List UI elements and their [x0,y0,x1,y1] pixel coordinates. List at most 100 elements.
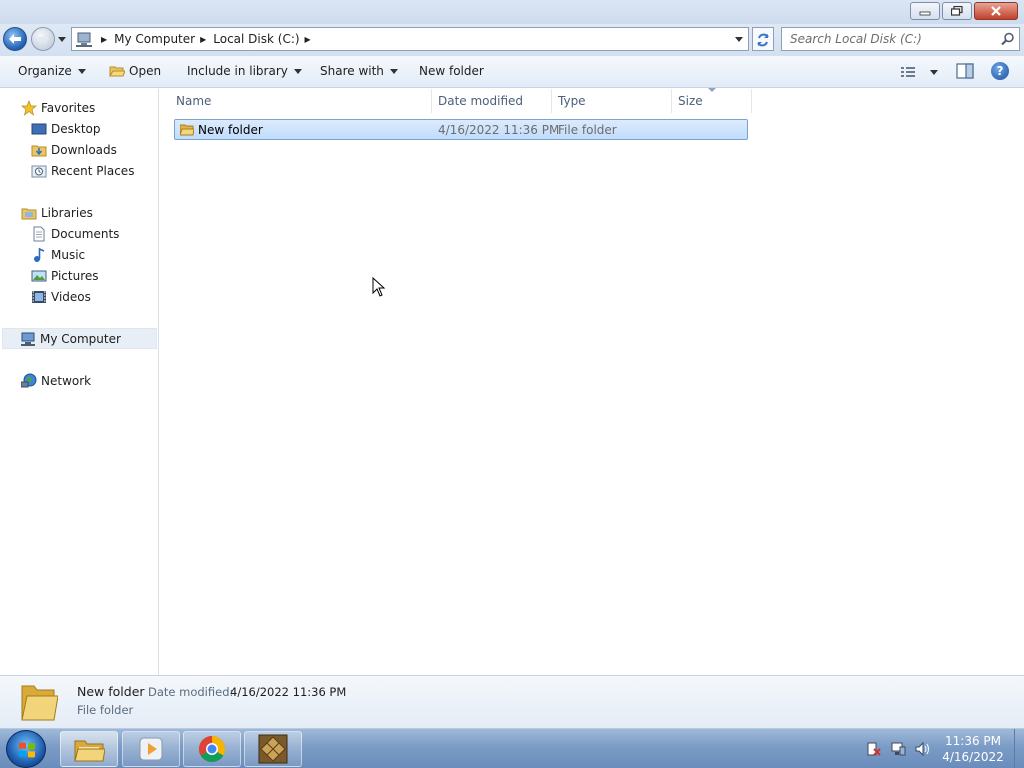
nav-network-label: Network [41,373,92,388]
recent-pages-dropdown-icon[interactable] [57,34,67,44]
clock-date: 4/16/2022 [942,750,1004,764]
navigation-pane: Favorites Desktop Downloads Recent Place… [0,89,159,675]
address-bar[interactable]: ▶ My Computer ▶ Local Disk (C:) ▶ [71,27,749,51]
table-row[interactable]: New folder 4/16/2022 11:36 PM File folde… [174,119,748,140]
details-name: New folder [77,684,145,699]
pictures-icon [31,270,47,281]
file-name: New folder [198,123,263,137]
help-icon: ? [996,64,1004,78]
taskbar-explorer-button[interactable] [60,731,118,767]
computer-icon [76,32,92,47]
nav-network[interactable]: Network [21,370,91,391]
document-icon [33,226,45,241]
nav-desktop[interactable]: Desktop [31,118,101,139]
include-in-library-menu[interactable]: Include in library [187,64,302,78]
taskbar-chrome-button[interactable] [183,731,241,767]
system-tray [866,741,938,757]
open-label: Open [129,64,162,78]
restore-icon [951,6,963,16]
volume-icon[interactable] [914,741,930,757]
open-folder-icon [109,66,125,77]
nav-documents[interactable]: Documents [31,223,119,244]
details-date-label: Date modified: [148,685,234,699]
title-bar [0,0,1024,24]
show-desktop-button[interactable] [1014,729,1024,768]
column-header-date-modified[interactable]: Date modified [432,89,552,113]
preview-pane-icon[interactable] [956,63,974,79]
nav-favorites[interactable]: Favorites [21,97,95,118]
taskbar-dosbox-button[interactable] [244,731,302,767]
new-folder-button[interactable]: New folder [419,64,484,78]
breadcrumb-my-computer[interactable]: My Computer [114,32,195,46]
organize-menu[interactable]: Organize [18,64,86,78]
folder-icon [21,685,58,721]
file-date-modified: 4/16/2022 11:36 PM [438,123,560,137]
address-row: ▶ My Computer ▶ Local Disk (C:) ▶ [0,24,1024,56]
column-header-name-label: Name [176,94,212,108]
close-button[interactable] [974,2,1018,20]
windows-logo-icon [19,742,35,758]
star-icon [21,99,37,116]
refresh-icon [757,33,769,47]
nav-pictures-label: Pictures [51,268,99,283]
nav-documents-label: Documents [51,226,120,241]
videos-icon [32,290,46,303]
nav-videos-label: Videos [51,289,91,304]
nav-music-label: Music [51,247,86,262]
window-controls [908,2,1018,20]
open-button[interactable]: Open [109,64,161,78]
taskbar-media-player-button[interactable] [122,731,180,767]
chevron-down-icon [293,68,302,74]
nav-pictures[interactable]: Pictures [31,265,99,286]
command-bar: Organize Open Include in library Share w… [0,56,1024,88]
details-pane: New folder Date modified: 4/16/2022 11:3… [0,675,1024,728]
file-type: File folder [558,123,617,137]
chevron-down-icon [389,68,398,74]
change-view-button[interactable] [900,62,940,82]
column-header-name[interactable]: Name [170,89,432,113]
search-icon[interactable] [1001,32,1015,46]
recent-places-icon [31,165,47,177]
nav-libraries[interactable]: Libraries [21,202,93,223]
share-with-menu[interactable]: Share with [320,64,398,78]
file-list: Name Date modified Type Size New folder … [160,88,1024,675]
column-header-size-label: Size [678,94,703,108]
details-date-value: 4/16/2022 11:36 PM [230,685,347,699]
back-button[interactable] [3,27,27,51]
start-button[interactable] [6,730,46,768]
minimize-button[interactable] [910,2,940,20]
dosbox-icon [258,734,288,764]
breadcrumb-local-disk[interactable]: Local Disk (C:) [213,32,299,46]
nav-recent-places[interactable]: Recent Places [31,160,134,181]
nav-videos[interactable]: Videos [31,286,91,307]
breadcrumb-separator-icon[interactable]: ▶ [200,35,206,44]
network-status-icon[interactable] [890,741,906,757]
taskbar: 11:36 PM 4/16/2022 [0,728,1024,768]
action-center-icon[interactable] [866,741,882,757]
folder-icon [180,124,194,136]
restore-button[interactable] [942,2,972,20]
clock[interactable]: 11:36 PM 4/16/2022 [930,733,1016,765]
search-input[interactable] [782,28,992,50]
music-icon [34,247,45,262]
refresh-button[interactable] [752,27,774,51]
column-header-type-label: Type [558,94,586,108]
breadcrumb-separator-icon[interactable]: ▶ [101,35,107,44]
computer-icon [21,332,35,346]
column-header-date-modified-label: Date modified [438,94,524,108]
clock-time: 11:36 PM [945,734,1001,748]
column-header-type[interactable]: Type [552,89,672,113]
breadcrumb-separator-icon[interactable]: ▶ [305,35,311,44]
network-icon [21,373,37,387]
nav-recent-places-label: Recent Places [51,163,135,178]
mouse-cursor-icon [372,277,386,297]
forward-button[interactable] [31,27,55,51]
chrome-icon [198,735,226,763]
new-folder-label: New folder [419,64,484,78]
address-dropdown-icon[interactable] [732,32,746,46]
desktop-icon [31,123,47,134]
nav-music[interactable]: Music [31,244,85,265]
help-button[interactable]: ? [991,62,1009,80]
nav-downloads[interactable]: Downloads [31,139,117,160]
nav-my-computer[interactable]: My Computer [2,328,157,349]
